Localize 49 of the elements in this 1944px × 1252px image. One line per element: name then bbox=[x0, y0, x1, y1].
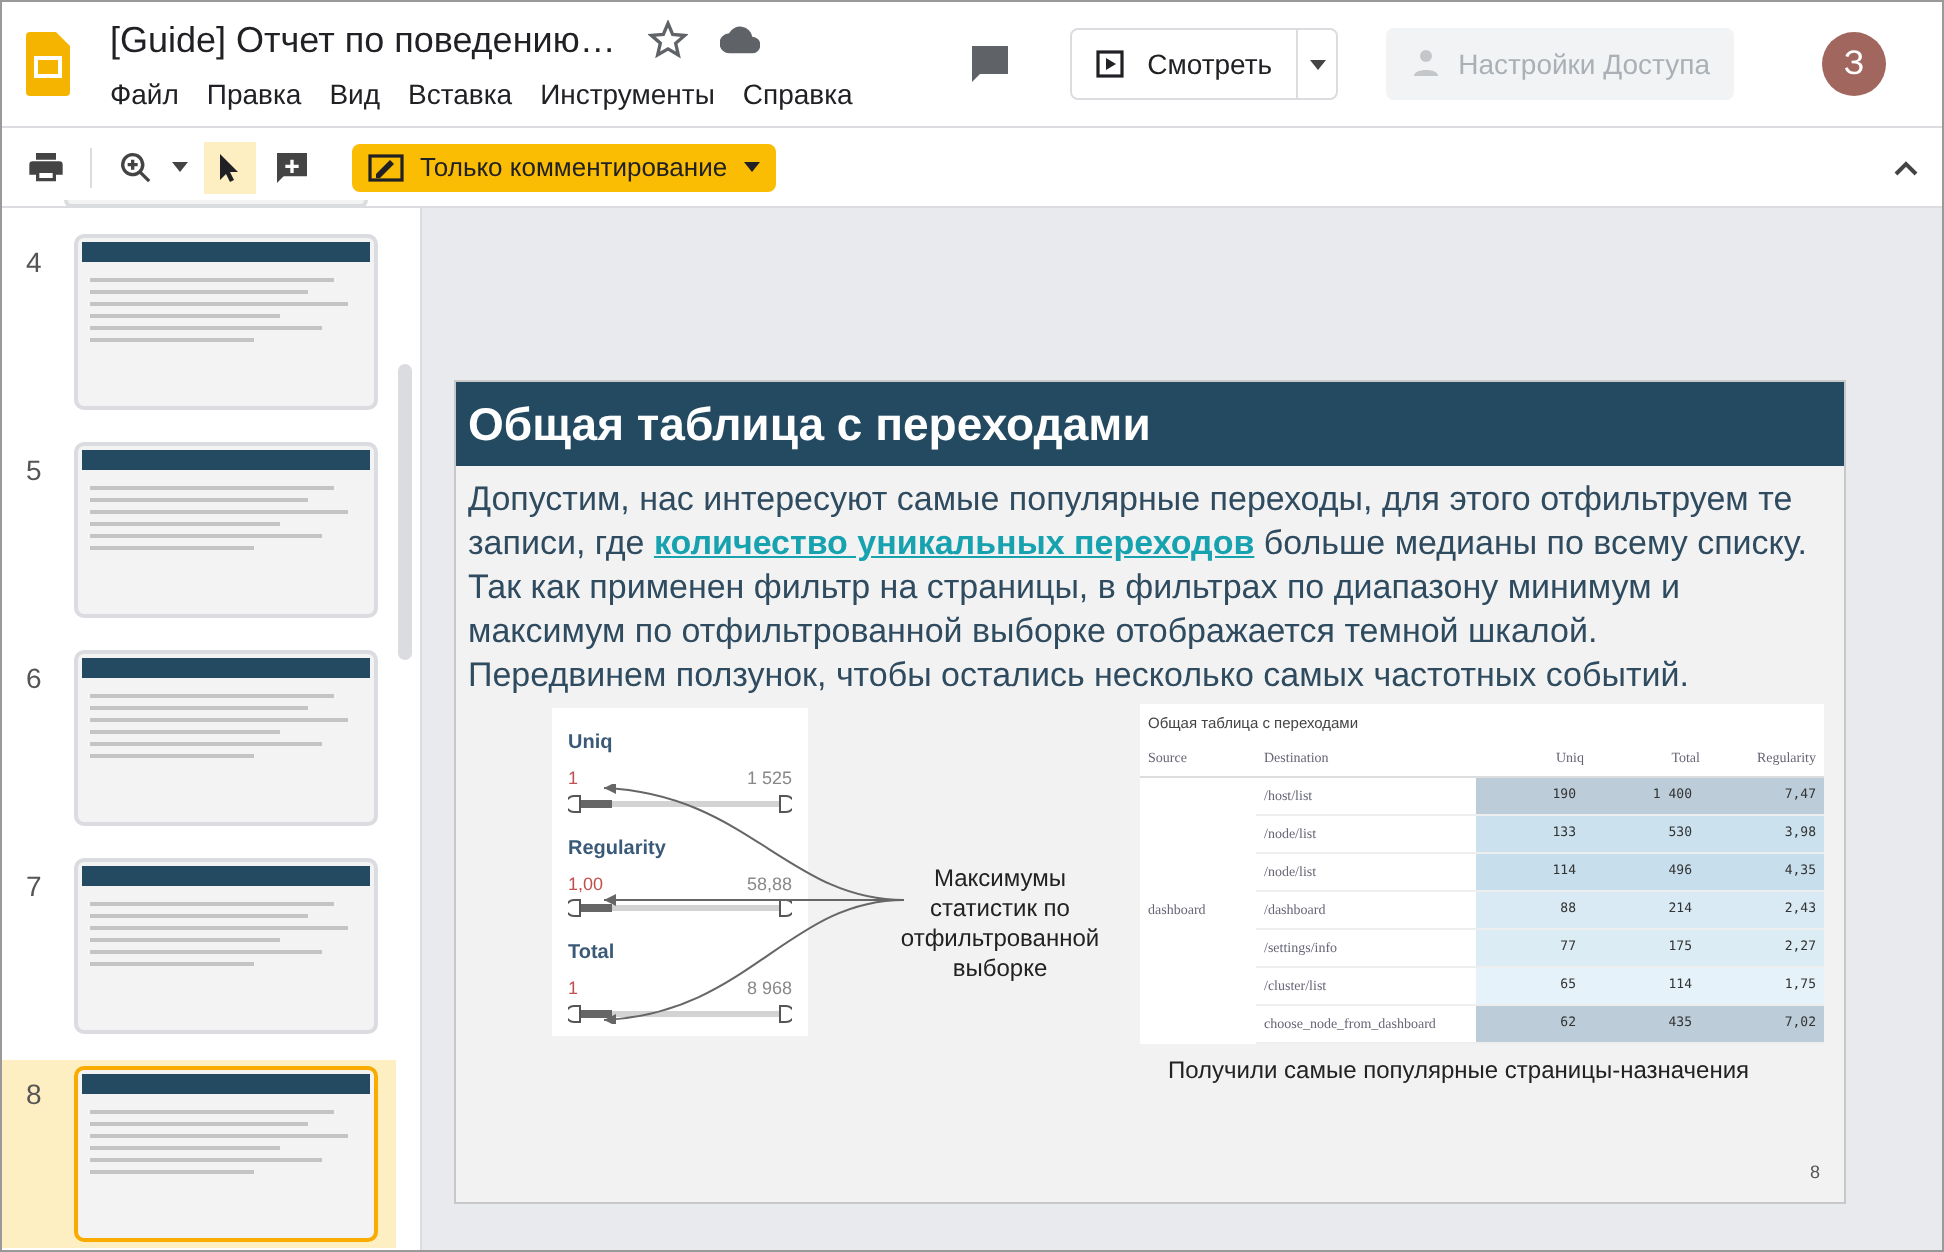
filter-max: 58,88 bbox=[746, 871, 792, 897]
menu-item[interactable]: Инструменты bbox=[540, 73, 715, 115]
scrollbar-thumb[interactable] bbox=[398, 364, 412, 660]
slide-number: 5 bbox=[26, 452, 44, 490]
document-title[interactable]: [Guide] Отчет по поведению… bbox=[110, 13, 616, 67]
slide-number: 8 bbox=[26, 1076, 44, 1114]
collapse-icon[interactable] bbox=[1894, 159, 1918, 175]
user-avatar[interactable]: З bbox=[1822, 32, 1886, 96]
slide-thumbnail[interactable] bbox=[74, 858, 378, 1034]
slide-thumbnail[interactable] bbox=[74, 650, 378, 826]
filter-label: Total bbox=[568, 940, 617, 968]
menu-item[interactable]: Вставка bbox=[408, 73, 513, 115]
play-icon bbox=[1095, 50, 1124, 78]
page-number: 8 bbox=[1809, 1159, 1822, 1185]
select-tool[interactable] bbox=[204, 141, 256, 193]
slide-number: 7 bbox=[26, 868, 44, 906]
mode-button[interactable]: Только комментирование bbox=[352, 143, 776, 191]
menu-item[interactable]: Справка bbox=[742, 73, 853, 115]
slide-title: Общая таблица с переходами bbox=[456, 382, 1844, 466]
filter-max: 8 968 bbox=[746, 976, 792, 1002]
star-icon[interactable] bbox=[647, 20, 688, 60]
slide-thumbnail[interactable] bbox=[74, 234, 378, 410]
callout-text: Максимумы статистик по отфильтрованной выборке bbox=[898, 864, 1102, 986]
filter-min: 1 bbox=[568, 766, 579, 792]
caret-icon bbox=[743, 162, 760, 172]
slide-paragraph: Допустим, нас интересуют самые популярные переходы, для этого отфильтруем те записи, где количество уникальных переходов больше медианы по всему списку. bbox=[468, 478, 1809, 566]
table-caption: Получили самые популярные страницы-назначения bbox=[1166, 1053, 1750, 1088]
slide-number: 4 bbox=[26, 244, 44, 282]
edit-note-icon bbox=[368, 153, 404, 181]
menu-item[interactable]: Вид bbox=[329, 73, 381, 115]
filter-label: Regularity bbox=[568, 835, 668, 863]
person-icon bbox=[1410, 48, 1443, 80]
menu-item[interactable]: Файл bbox=[110, 73, 179, 115]
slide-number: 6 bbox=[26, 660, 44, 698]
slide-thumbnail[interactable] bbox=[74, 1066, 378, 1242]
cursor-icon bbox=[218, 151, 242, 183]
zoom-icon[interactable] bbox=[116, 147, 156, 187]
filter-label: Uniq bbox=[568, 730, 615, 758]
caret-icon bbox=[1309, 59, 1326, 69]
add-comment-icon[interactable] bbox=[272, 147, 312, 187]
slide-thumbnail[interactable] bbox=[74, 442, 378, 618]
slide-paragraph: Передвинем ползунок, чтобы остались несколько самых частотных событий. bbox=[468, 654, 1691, 698]
menu-item[interactable]: Правка bbox=[206, 73, 302, 115]
filter-max: 1 525 bbox=[746, 766, 792, 792]
slide-paragraph: Так как применен фильтр на страницы, в фильтрах по диапазону минимум и максимум по отфильтрованной выборке отображается темной шкалой. bbox=[468, 566, 1683, 654]
caret-icon[interactable] bbox=[172, 162, 188, 172]
filter-min: 1,00 bbox=[568, 871, 604, 897]
print-icon[interactable] bbox=[26, 147, 66, 187]
filter-min: 1 bbox=[568, 976, 579, 1002]
